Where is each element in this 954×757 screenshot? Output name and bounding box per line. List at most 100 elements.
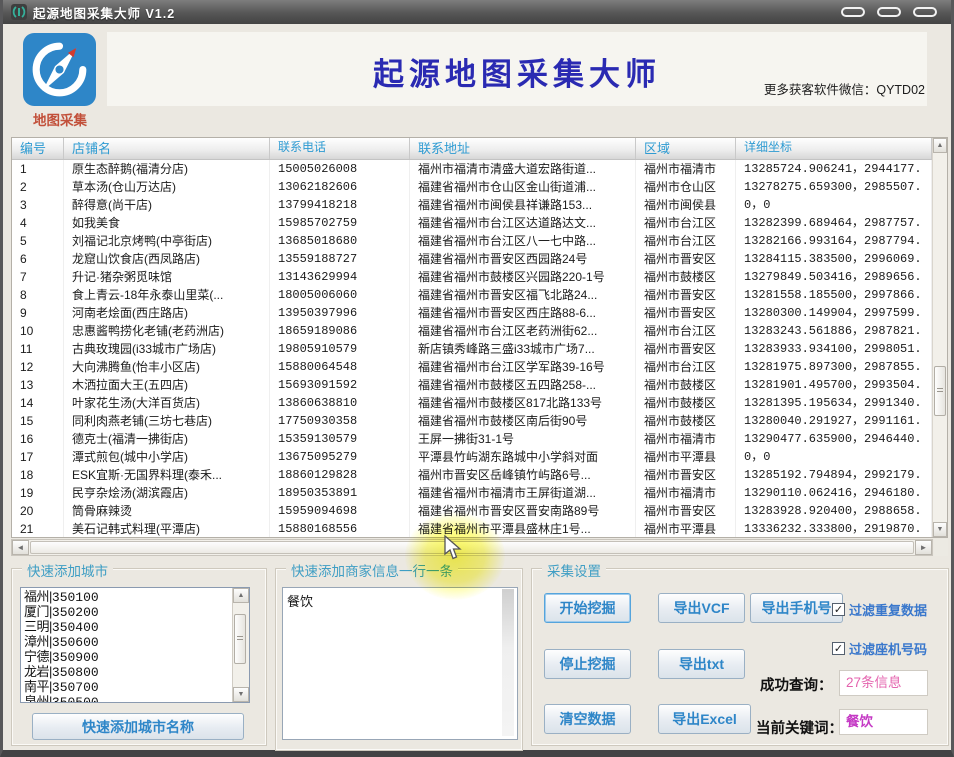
table-row[interactable]: 8食上青云-18年永泰山里菜(...18005006060福建省福州市晋安区福飞… [12,286,932,304]
column-header-no[interactable]: 编号 [12,138,64,159]
table-cell: 平潭县竹屿湖东路城中小学斜对面 [410,448,636,466]
table-row[interactable]: 6龙窟山饮食店(西凤路店)13559188727福建省福州市晋安区西园路24号福… [12,250,932,268]
start-mining-button[interactable]: 开始挖掘 [544,593,631,623]
table-cell: 王屏一拂街31-1号 [410,430,636,448]
export-phone-button[interactable]: 导出手机号 [750,593,843,623]
column-header-region[interactable]: 区域 [636,138,736,159]
column-header-phone[interactable]: 联系电话 [270,138,410,159]
filter-duplicate-checkbox[interactable]: ✓ [832,603,845,616]
table-cell: 12 [12,358,64,376]
table-cell: 2 [12,178,64,196]
horizontal-scroll-thumb[interactable] [30,541,914,554]
table-row[interactable]: 14叶家花生汤(大洋百货店)13860638810福建省福州市鼓楼区817北路1… [12,394,932,412]
filter-landline-checkbox[interactable]: ✓ [832,642,845,655]
list-item[interactable]: 厦门|350200 [24,605,231,620]
quick-add-city-button[interactable]: 快速添加城市名称 [32,713,244,740]
list-item[interactable]: 漳州|350600 [24,635,231,650]
clear-data-button[interactable]: 清空数据 [544,704,631,734]
table-vertical-scrollbar[interactable]: ▲ ▼ [932,138,947,537]
table-cell: 13559188727 [270,250,410,268]
export-txt-button[interactable]: 导出txt [658,649,745,679]
table-row[interactable]: 4如我美食15985702759福建省福州市台江区达道路达文...福州市台江区1… [12,214,932,232]
table-cell: 福州市鼓楼区 [636,376,736,394]
table-row[interactable]: 9河南老烩面(西庄路店)13950397996福建省福州市晋安区西庄路88-6.… [12,304,932,322]
scroll-up-icon[interactable]: ▲ [933,138,947,153]
table-row[interactable]: 2草本汤(仓山万达店)13062182606福建省福州市仓山区金山街道浦...福… [12,178,932,196]
table-row[interactable]: 17潭式煎包(城中小学店)13675095279平潭县竹屿湖东路城中小学斜对面福… [12,448,932,466]
table-row[interactable]: 7升记·猪杂粥觅味馆13143629994福建省福州市鼓楼区兴园路220-1号福… [12,268,932,286]
table-cell: 15359130579 [270,430,410,448]
table-row[interactable]: 21美石记韩式料理(平潭店)15880168556福建省福州市平潭县盛林庄1号.… [12,520,932,537]
stop-mining-button[interactable]: 停止挖掘 [544,649,631,679]
success-count-label: 成功查询： [760,674,833,695]
table-cell: 17 [12,448,64,466]
city-list-scrollbar[interactable]: ▲ ▼ [232,588,249,702]
table-cell: 10 [12,322,64,340]
group-title-merchant: 快速添加商家信息一行一条 [286,560,458,580]
list-item[interactable]: 宁德|350900 [24,650,231,665]
list-item[interactable]: 泉州|350500 [24,695,231,703]
filter-landline-row: ✓ 过滤座机号码 [832,639,927,658]
table-header: 编号 店铺名 联系电话 联系地址 区域 详细坐标 [12,138,932,160]
window-title: 起源地图采集大师 V1.2 [33,3,175,22]
table-row[interactable]: 5刘福记北京烤鸭(中亭街店)13685018680福建省福州市台江区八一七中路.… [12,232,932,250]
maximize-button[interactable] [877,7,901,17]
scroll-up-icon[interactable]: ▲ [233,588,249,603]
table-cell: 忠惠酱鸭捞化老铺(老药洲店) [64,322,270,340]
table-cell: 古典玫瑰园(i33城市广场店) [64,340,270,358]
table-cell: 福建省福州市仓山区金山街道浦... [410,178,636,196]
table-cell: 福建省福州市鼓楼区817北路133号 [410,394,636,412]
minimize-button[interactable] [841,7,865,17]
export-vcf-button[interactable]: 导出VCF [658,593,745,623]
table-cell: 13675095279 [270,448,410,466]
table-row[interactable]: 13木洒拉面大王(五四店)15693091592福建省福州市鼓楼区五四路258-… [12,376,932,394]
table-cell: 福州市闽侯县 [636,196,736,214]
table-row[interactable]: 16德克士(福清一拂街店)15359130579王屏一拂街31-1号福州市福清市… [12,430,932,448]
tab-map-collect[interactable]: 地图采集 [17,109,103,129]
export-excel-button[interactable]: 导出Excel [658,704,751,734]
table-cell: 如我美食 [64,214,270,232]
table-cell: 福建省福州市晋安区西庄路88-6... [410,304,636,322]
table-cell: 福州市晋安区 [636,304,736,322]
list-item[interactable]: 福州|350100 [24,590,231,605]
table-row[interactable]: 19民亨杂烩汤(湖滨霞店)18950353891福建省福州市福清市王屏街道湖..… [12,484,932,502]
scroll-down-icon[interactable]: ▼ [933,522,947,537]
table-row[interactable]: 10忠惠酱鸭捞化老铺(老药洲店)18659189086福建省福州市台江区老药洲街… [12,322,932,340]
filter-duplicate-row: ✓ 过滤重复数据 [832,600,927,619]
table-row[interactable]: 11古典玫瑰园(i33城市广场店)19805910579新店镇秀峰路三盛i33城… [12,340,932,358]
table-row[interactable]: 1原生态醉鹅(福清分店)15005026008福州市福清市清盛大道宏路街道...… [12,160,932,178]
table-cell: 福建省福州市晋安区福飞北路24... [410,286,636,304]
table-cell: 9 [12,304,64,322]
column-header-coords[interactable]: 详细坐标 [736,138,932,159]
city-scroll-thumb[interactable] [234,614,246,664]
scroll-right-icon[interactable]: ► [915,540,932,555]
table-row[interactable]: 3醉得意(尚干店)13799418218福建省福州市闽侯县祥谦路153...福州… [12,196,932,214]
table-cell: 河南老烩面(西庄路店) [64,304,270,322]
city-listbox[interactable]: 福州|350100厦门|350200三明|350400漳州|350600宁德|3… [20,587,250,703]
list-item[interactable]: 南平|350700 [24,680,231,695]
list-item[interactable]: 龙岩|350800 [24,665,231,680]
table-cell: 13281901.495700，2993504. [736,376,932,394]
table-cell: 福州市鼓楼区 [636,394,736,412]
column-header-shop[interactable]: 店铺名 [64,138,270,159]
table-row[interactable]: 18ESK宜斯·无国界料理(泰禾...18860129828福州市晋安区岳峰镇竹… [12,466,932,484]
table-row[interactable]: 15同利肉燕老铺(三坊七巷店)17750930358福建省福州市鼓楼区南后街90… [12,412,932,430]
scroll-down-icon[interactable]: ▼ [233,687,249,702]
table-cell: 龙窟山饮食店(西凤路店) [64,250,270,268]
scroll-left-icon[interactable]: ◄ [12,540,29,555]
table-cell: 13281395.195634，2991340. [736,394,932,412]
table-horizontal-scrollbar[interactable]: ◄ ► [11,539,933,556]
list-item[interactable]: 三明|350400 [24,620,231,635]
table-cell: 13280300.149904，2997599. [736,304,932,322]
textarea-scroll-strip[interactable] [502,589,514,736]
table-row[interactable]: 20筒骨麻辣烫15959094698福建省福州市晋安区晋安南路89号福州市晋安区… [12,502,932,520]
column-header-address[interactable]: 联系地址 [410,138,636,159]
keyword-textarea[interactable]: 餐饮 [282,587,518,740]
table-row[interactable]: 12大向沸腾鱼(怡丰小区店)15880064548福建省福州市台江区学军路39-… [12,358,932,376]
table-cell: 福建省福州市闽侯县祥谦路153... [410,196,636,214]
table-cell: 福州市台江区 [636,214,736,232]
vertical-scroll-thumb[interactable] [934,366,946,416]
table-cell: 福建省福州市台江区老药洲街62... [410,322,636,340]
close-button[interactable] [913,7,937,17]
table-cell: 福州市晋安区 [636,502,736,520]
